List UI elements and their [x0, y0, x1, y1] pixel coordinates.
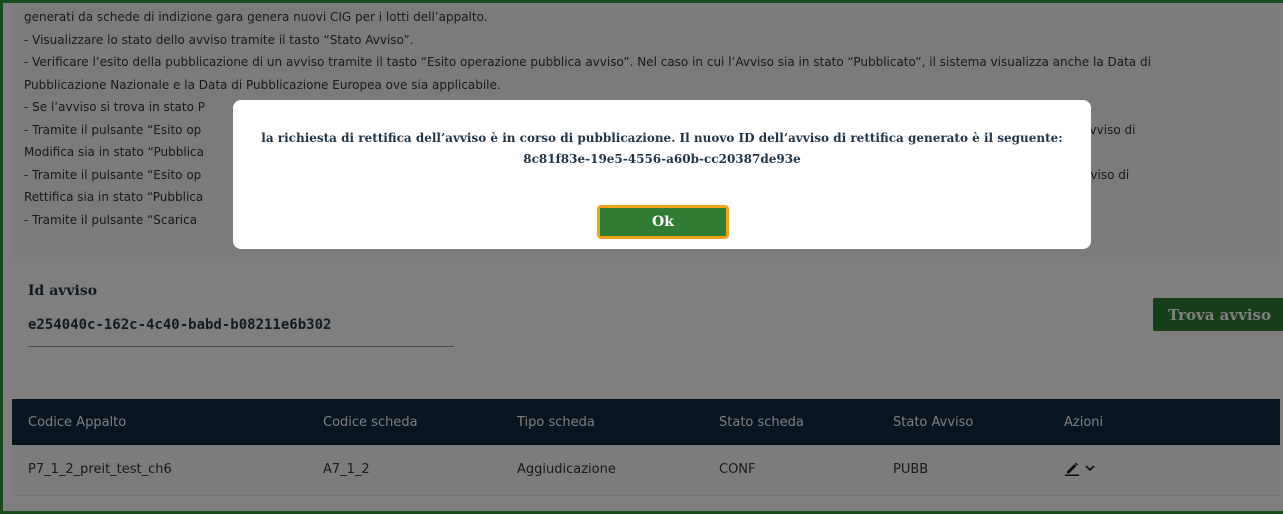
modal-backdrop[interactable]: [0, 0, 1283, 514]
ok-button[interactable]: Ok: [597, 205, 729, 239]
dialog-message: la richiesta di rettifica dell’avviso è …: [243, 128, 1081, 170]
confirmation-dialog: la richiesta di rettifica dell’avviso è …: [233, 100, 1091, 249]
dialog-message-line: la richiesta di rettifica dell’avviso è …: [261, 131, 1063, 145]
new-notice-id: 8c81f83e-19e5-4556-a60b-cc20387de93e: [523, 152, 801, 166]
